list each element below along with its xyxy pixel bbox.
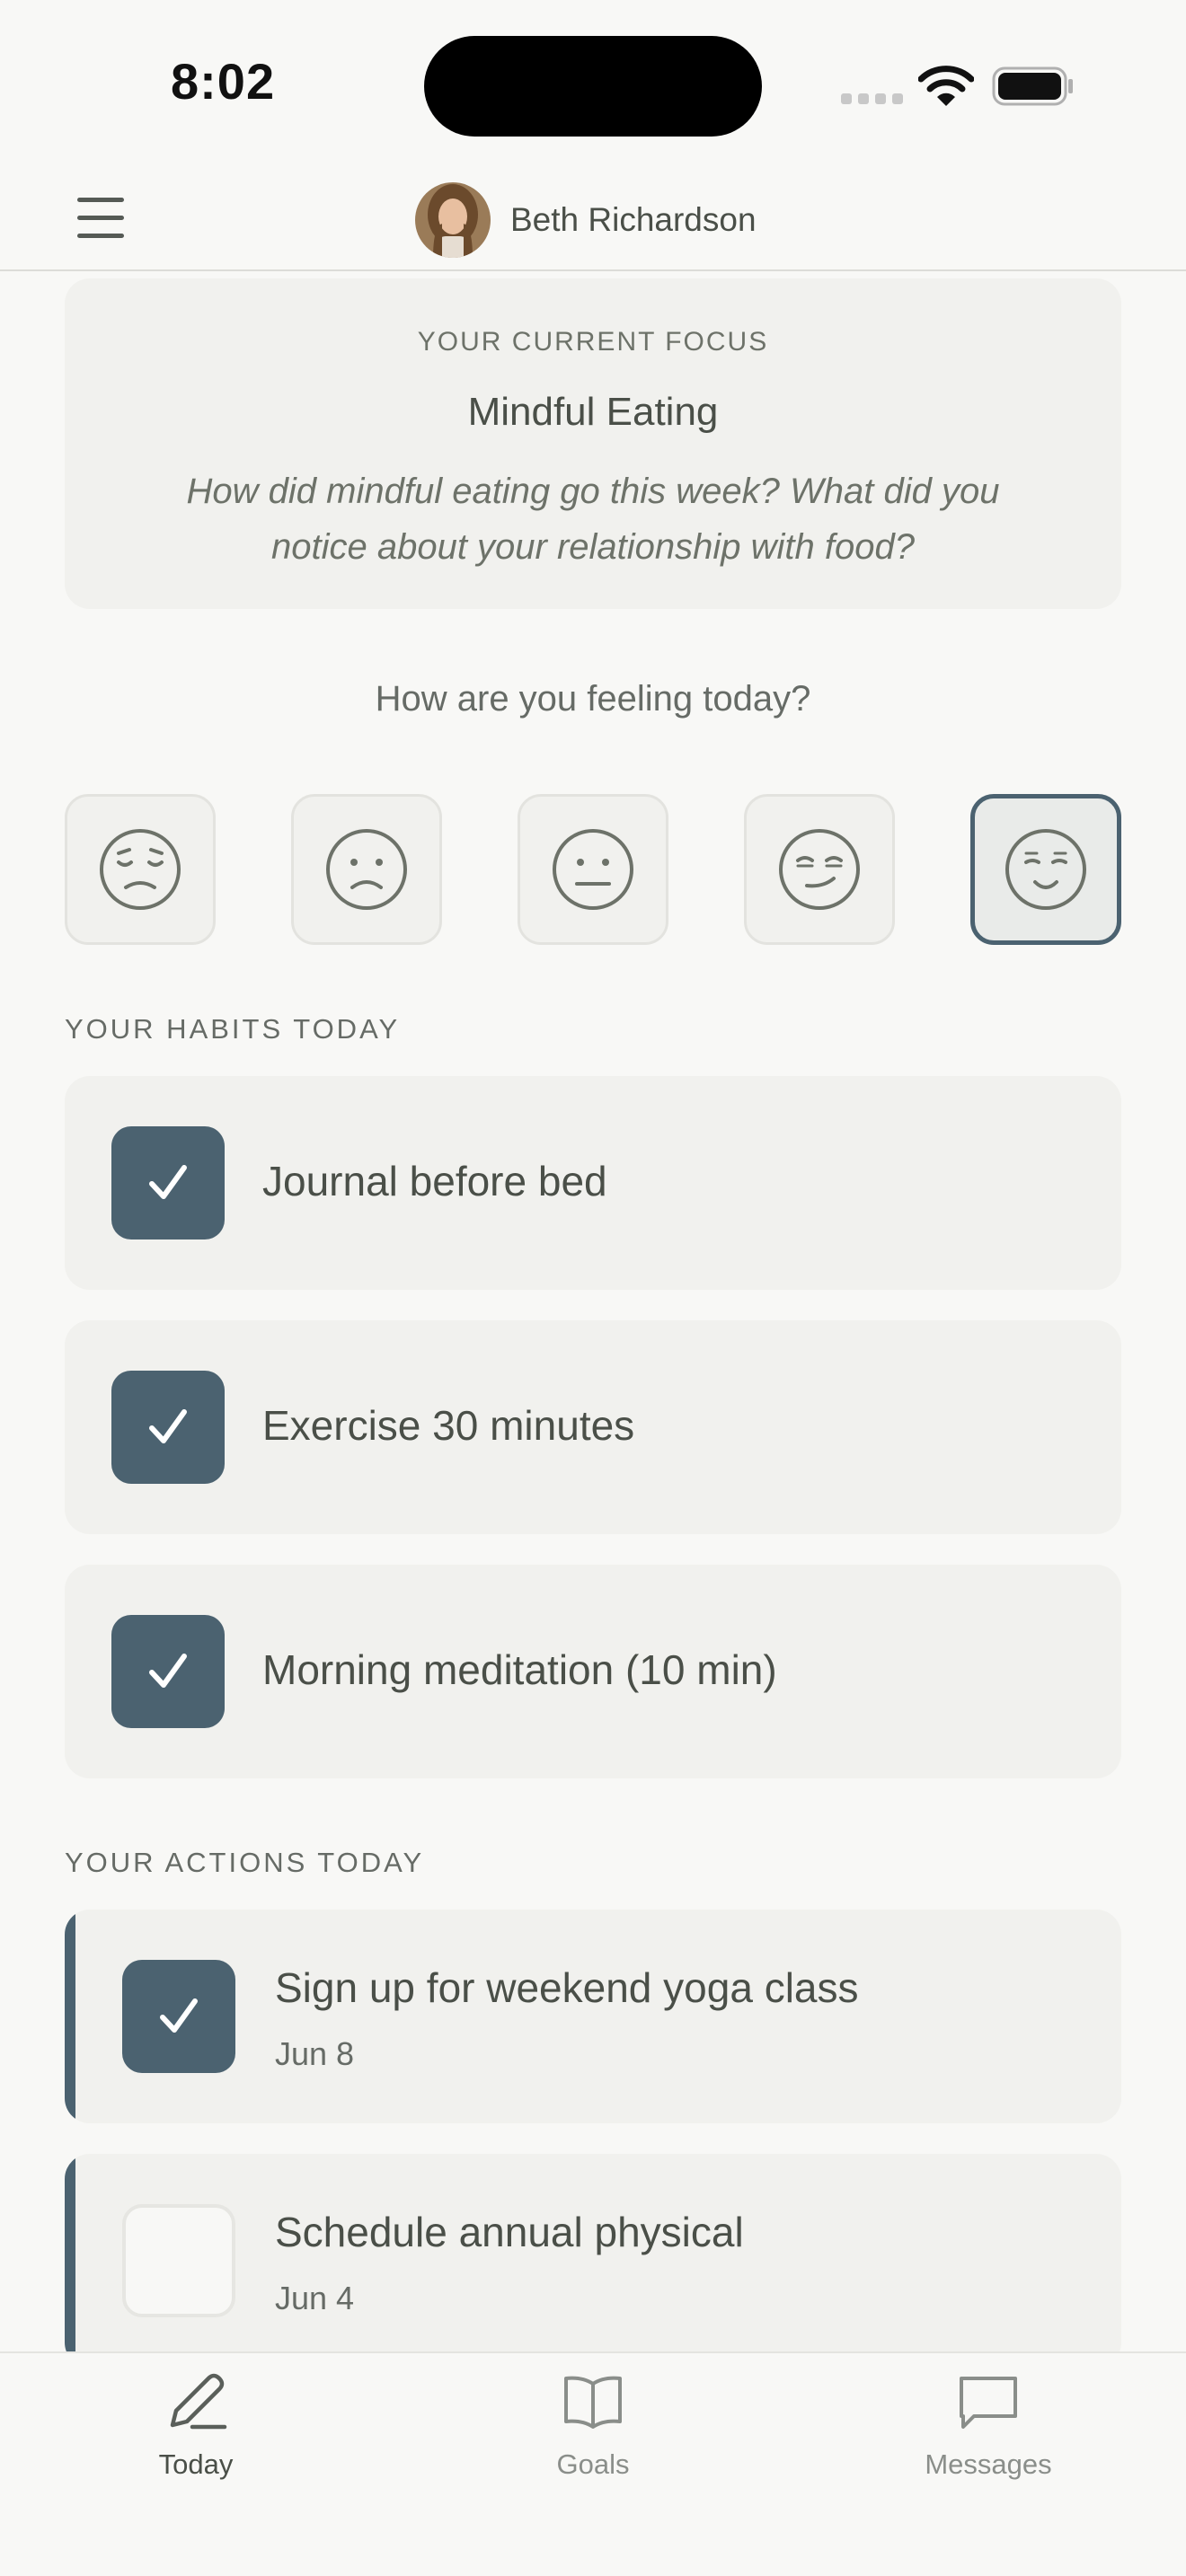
mood-option-4[interactable] bbox=[744, 794, 895, 945]
content-face-icon bbox=[1005, 829, 1086, 910]
habit-checkbox[interactable] bbox=[111, 1371, 225, 1484]
current-focus-card: YOUR CURRENT FOCUS Mindful Eating How di… bbox=[65, 278, 1121, 609]
habit-label: Morning meditation (10 min) bbox=[262, 1646, 777, 1693]
mood-option-1[interactable] bbox=[65, 794, 216, 945]
action-accent-bar bbox=[65, 2154, 75, 2351]
user-name: Beth Richardson bbox=[510, 201, 757, 238]
tab-bar: Today Goals Messages bbox=[0, 2351, 1186, 2576]
habit-row[interactable]: Exercise 30 minutes bbox=[65, 1320, 1121, 1534]
status-time: 8:02 bbox=[171, 53, 276, 110]
mood-question: How are you feeling today? bbox=[375, 679, 811, 719]
habit-label: Exercise 30 minutes bbox=[262, 1402, 635, 1449]
mood-selector bbox=[65, 794, 1121, 947]
profile-button[interactable]: Beth Richardson bbox=[415, 180, 757, 260]
mood-option-3[interactable] bbox=[518, 794, 668, 945]
today-content[interactable]: YOUR CURRENT FOCUS Mindful Eating How di… bbox=[65, 271, 1121, 2351]
sad-face-icon bbox=[326, 829, 407, 910]
action-title: Schedule annual physical bbox=[275, 2209, 744, 2255]
neutral-face-icon bbox=[553, 829, 633, 910]
app-screen: 8:02 Beth Richardson YOUR CURRENT FOCUS … bbox=[0, 0, 1186, 2576]
action-date: Jun 8 bbox=[275, 2035, 355, 2072]
actions-section-label: YOUR ACTIONS TODAY bbox=[65, 1847, 425, 1878]
mood-option-2[interactable] bbox=[291, 794, 442, 945]
habit-checkbox[interactable] bbox=[111, 1615, 225, 1728]
very-sad-face-icon bbox=[100, 829, 181, 910]
checkmark-icon bbox=[149, 1165, 187, 1199]
focus-title: Mindful Eating bbox=[467, 390, 719, 434]
habit-checkbox[interactable] bbox=[111, 1126, 225, 1239]
focus-prompt: How did mindful eating go this week? Wha… bbox=[186, 472, 1000, 567]
chat-bubble-icon bbox=[960, 2377, 1017, 2429]
dynamic-island bbox=[424, 36, 762, 137]
battery-icon bbox=[992, 66, 1073, 106]
book-icon bbox=[564, 2376, 622, 2429]
action-checkbox[interactable] bbox=[122, 2204, 235, 2317]
tab-label: Goals bbox=[556, 2448, 630, 2480]
tab-messages[interactable]: Messages bbox=[881, 2366, 1096, 2492]
action-checkbox[interactable] bbox=[122, 1960, 235, 2073]
tab-today[interactable]: Today bbox=[88, 2366, 304, 2492]
habit-label: Journal before bed bbox=[262, 1158, 607, 1204]
checkmark-icon bbox=[149, 1409, 187, 1443]
focus-eyebrow: YOUR CURRENT FOCUS bbox=[417, 327, 769, 357]
checkmark-icon bbox=[149, 1654, 187, 1688]
checkmark-icon bbox=[160, 1998, 198, 2033]
app-header: Beth Richardson bbox=[0, 171, 1186, 271]
pencil-icon bbox=[170, 2373, 227, 2430]
mood-option-5[interactable] bbox=[970, 794, 1121, 945]
action-row[interactable]: Sign up for weekend yoga class Jun 8 bbox=[65, 1910, 1121, 2123]
action-title: Sign up for weekend yoga class bbox=[275, 1964, 859, 2011]
tab-goals[interactable]: Goals bbox=[485, 2366, 701, 2492]
avatar bbox=[415, 182, 491, 258]
status-bar: 8:02 bbox=[0, 0, 1186, 171]
habit-row[interactable]: Morning meditation (10 min) bbox=[65, 1565, 1121, 1778]
tab-label: Messages bbox=[925, 2448, 1052, 2480]
tab-label: Today bbox=[158, 2448, 234, 2480]
habits-section-label: YOUR HABITS TODAY bbox=[65, 1013, 401, 1045]
action-date: Jun 4 bbox=[275, 2280, 355, 2316]
action-row[interactable]: Schedule annual physical Jun 4 bbox=[65, 2154, 1121, 2351]
habit-row[interactable]: Journal before bed bbox=[65, 1076, 1121, 1290]
action-accent-bar bbox=[65, 1910, 75, 2123]
wifi-icon bbox=[918, 66, 974, 106]
hamburger-menu-icon[interactable] bbox=[74, 194, 128, 244]
smirk-face-icon bbox=[779, 829, 860, 910]
cellular-signal-icon bbox=[841, 93, 904, 104]
